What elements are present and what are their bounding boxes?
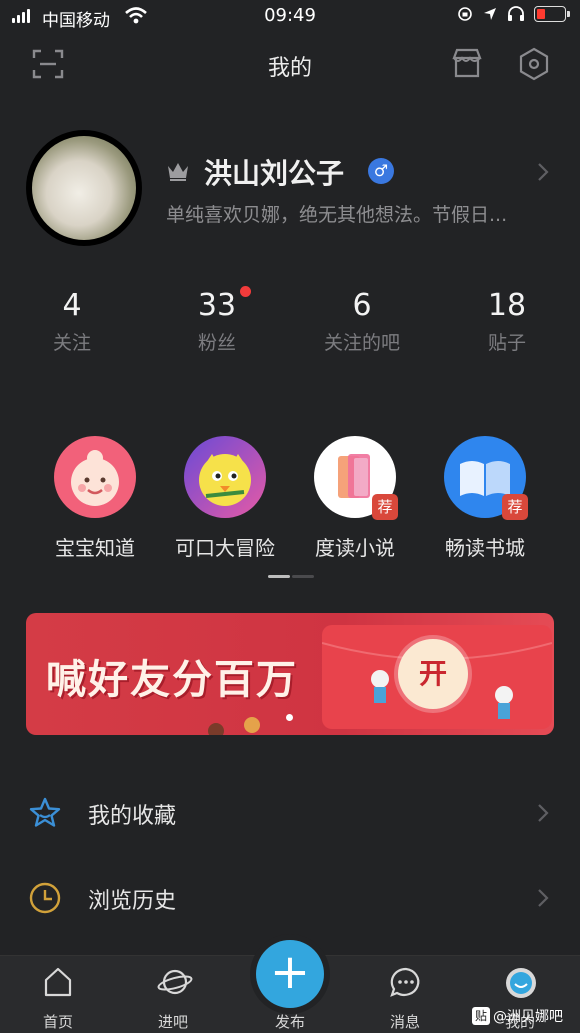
stat-label: 关注的吧	[323, 332, 400, 354]
chevron-right-icon	[538, 804, 549, 822]
app-du-novel[interactable]: 荐 度读小说	[290, 436, 420, 561]
location-icon	[484, 8, 496, 20]
rotation-lock-icon	[458, 7, 472, 21]
app-coke-adventure[interactable]: 可口大冒险	[160, 436, 290, 561]
status-bar: 中国移动 09:49	[0, 0, 580, 34]
promo-banner[interactable]: 喊好友分百万 开	[26, 613, 554, 735]
list-item-history[interactable]: 浏览历史	[0, 863, 580, 933]
book-icon: 荐	[314, 436, 398, 520]
clock-icon	[29, 882, 61, 914]
profile-bio: 单纯喜欢贝娜，绝无其他想法。节假日...	[166, 204, 508, 226]
page-indicator	[268, 575, 314, 578]
baby-icon	[54, 436, 136, 518]
tab-messages[interactable]: 消息	[355, 956, 455, 1033]
plus-icon: +	[269, 944, 311, 1000]
open-book-icon: 荐	[444, 436, 528, 520]
stat-value: 4	[62, 288, 82, 323]
tieba-logo-icon: 贴	[472, 1007, 490, 1025]
watermark-text: @洲贝娜吧	[493, 1009, 563, 1025]
stat-value: 33	[197, 288, 237, 323]
crown-icon	[168, 163, 188, 181]
app-baby-know[interactable]: 宝宝知道	[30, 436, 160, 561]
open-envelope-button[interactable]: 开	[398, 639, 468, 709]
headphones-icon	[508, 6, 524, 21]
male-gender-icon: ♂	[368, 158, 394, 184]
tab-label: 发布	[274, 1013, 305, 1031]
stat-fans[interactable]: 33 粉丝	[157, 288, 277, 355]
avatar[interactable]	[26, 130, 142, 246]
app-label: 畅读书城	[445, 536, 525, 560]
battery-icon	[534, 6, 570, 22]
status-icons	[457, 6, 570, 22]
app-label: 宝宝知道	[55, 536, 135, 560]
avatar-photo	[32, 136, 136, 240]
list-label: 浏览历史	[88, 889, 177, 914]
profile-icon	[506, 968, 536, 998]
star-icon	[29, 797, 61, 827]
watermark: 贴 @洲贝娜吧	[472, 1006, 563, 1026]
list-item-favorites[interactable]: 我的收藏	[0, 778, 580, 848]
stat-label: 粉丝	[197, 332, 236, 354]
list-label: 我的收藏	[88, 804, 177, 829]
stat-following[interactable]: 4 关注	[12, 288, 132, 355]
stat-label: 贴子	[487, 332, 526, 354]
tab-explore[interactable]: 进吧	[123, 956, 223, 1033]
recommend-badge: 荐	[372, 494, 398, 520]
message-icon	[390, 967, 420, 997]
chevron-right-icon	[538, 889, 549, 907]
app-reading-bookstore[interactable]: 荐 畅读书城	[420, 436, 550, 561]
tab-label: 消息	[389, 1013, 420, 1031]
banner-dot	[286, 714, 293, 721]
banner-text: 喊好友分百万	[46, 657, 298, 703]
app-label: 度读小说	[315, 536, 395, 560]
notification-dot	[240, 286, 251, 297]
banner-decoration	[208, 717, 260, 735]
stat-posts[interactable]: 18 贴子	[447, 288, 567, 355]
game-icon	[184, 436, 266, 518]
home-icon	[44, 967, 72, 997]
app-label: 可口大冒险	[175, 536, 275, 560]
stat-followed-bars[interactable]: 6 关注的吧	[302, 288, 422, 355]
planet-icon	[157, 969, 193, 995]
stat-value: 18	[487, 288, 527, 323]
publish-button[interactable]: +	[256, 940, 324, 1008]
shop-icon[interactable]	[450, 46, 484, 80]
settings-icon[interactable]	[516, 46, 552, 82]
tab-label: 进吧	[157, 1013, 188, 1031]
tab-label: 首页	[42, 1013, 73, 1031]
recommend-badge: 荐	[502, 494, 528, 520]
username[interactable]: 洪山刘公子	[204, 152, 344, 192]
page-title: 我的	[267, 56, 312, 81]
chevron-right-icon[interactable]	[536, 162, 550, 182]
stat-value: 6	[352, 288, 372, 323]
tab-home[interactable]: 首页	[8, 956, 108, 1033]
stat-label: 关注	[52, 332, 91, 354]
